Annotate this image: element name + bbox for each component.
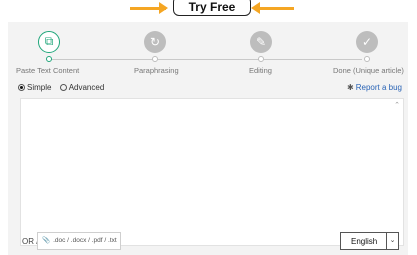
text-input-area[interactable]: ⌃ ⌄ [20,98,404,246]
or-label: OR / [22,237,39,246]
upload-row: OR / 📎 .doc / .docx / .pdf / .txt English… [8,232,408,252]
file-upload-input[interactable]: 📎 .doc / .docx / .pdf / .txt [37,232,121,250]
step-label-paraphrasing: Paraphrasing [134,66,179,75]
step-connector [158,59,262,60]
step-dot [46,56,52,62]
report-bug-label: Report a bug [355,83,402,92]
language-value: English [351,237,378,246]
step-label-editing: Editing [249,66,272,75]
step-connector [50,59,156,60]
progress-steps: ⧉ Paste Text Content ↻ Paraphrasing ✎ Ed… [8,22,408,82]
chevron-down-icon[interactable]: ⌄ [386,233,398,249]
mode-simple-label: Simple [27,83,52,92]
step-connector [264,59,362,60]
step-label-paste: Paste Text Content [16,66,80,75]
language-select[interactable]: English ⌄ [340,232,399,250]
paraphrase-tool: ⧉ Paste Text Content ↻ Paraphrasing ✎ Ed… [8,22,408,255]
mode-advanced-option[interactable]: Advanced [59,83,105,92]
scroll-up-icon[interactable]: ⌃ [394,101,400,109]
refresh-icon: ↻ [144,31,166,53]
step-dot [364,56,370,62]
mode-selector: Simple Advanced ✱ Report a bug [18,83,406,95]
report-bug-link[interactable]: ✱ Report a bug [347,83,402,92]
copy-icon: ⧉ [38,31,60,53]
step-dot [152,56,158,62]
pencil-icon: ✎ [250,31,272,53]
file-upload-placeholder: .doc / .docx / .pdf / .txt [53,237,117,244]
promo-banner: Try Free Now! [0,0,417,34]
arrow-left-icon [251,2,294,14]
mode-advanced-label: Advanced [68,83,105,92]
radio-simple[interactable] [18,84,25,91]
paperclip-icon: 📎 [42,237,51,244]
check-icon: ✓ [356,31,378,53]
mode-simple-option[interactable]: Simple [18,83,51,92]
arrow-right-icon [130,2,168,14]
radio-advanced[interactable] [59,84,67,91]
try-free-button[interactable]: Try Free Now! [173,0,251,34]
step-dot [258,56,264,62]
bug-icon: ✱ [347,83,354,92]
step-label-done: Done (Unique article) [333,66,404,75]
